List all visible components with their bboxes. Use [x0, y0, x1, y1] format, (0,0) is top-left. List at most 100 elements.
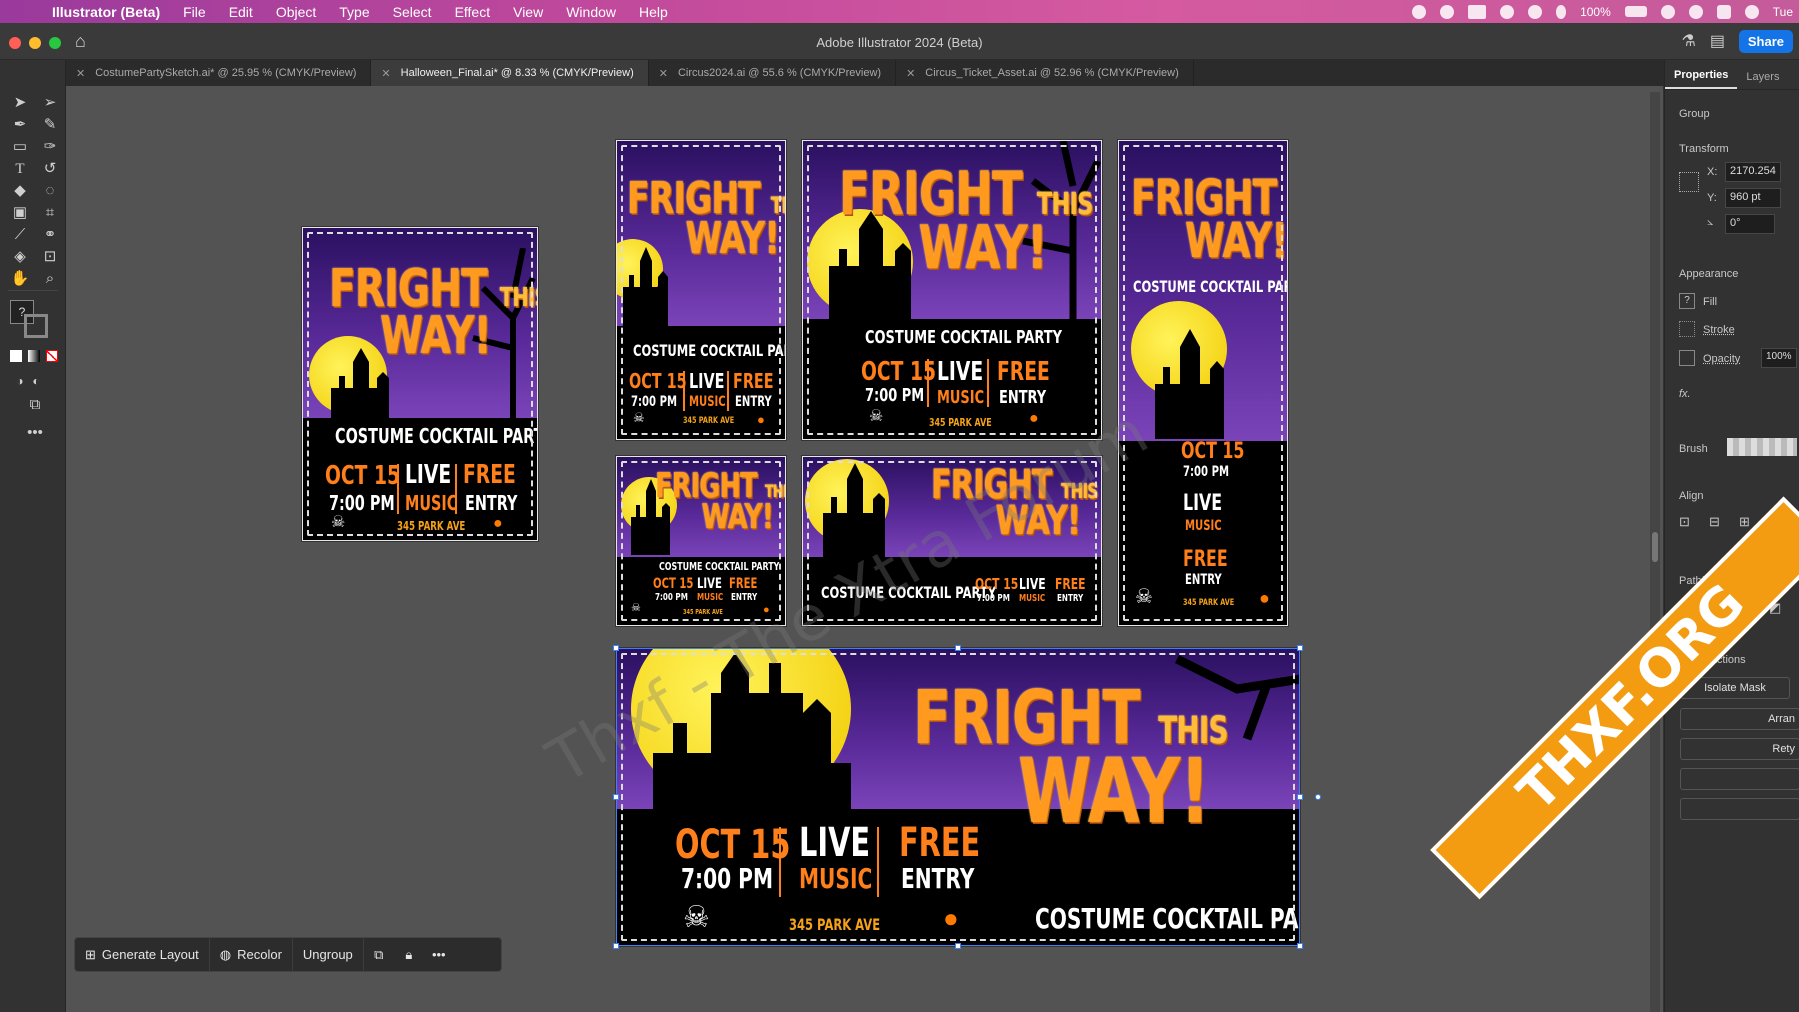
close-tab-icon[interactable]: ✕: [76, 67, 85, 80]
retype-button[interactable]: Rety: [1680, 738, 1799, 760]
menu-window[interactable]: Window: [566, 4, 616, 20]
display-icon[interactable]: [1468, 4, 1487, 19]
search-icon[interactable]: [1688, 4, 1703, 19]
recolor-button[interactable]: ◍ Recolor: [210, 937, 293, 972]
artboard-portrait-small[interactable]: FRIGHT THISWAY! COSTUME COCKTAIL PARTY O…: [616, 140, 786, 440]
artboard-square-small[interactable]: FRIGHT THISWAY! COSTUME COCKTAIL PARTY O…: [616, 456, 786, 626]
menu-edit[interactable]: Edit: [229, 4, 253, 20]
pen-tool-icon[interactable]: ✒: [10, 116, 30, 134]
tab-properties[interactable]: Properties: [1665, 69, 1738, 89]
rotate-angle-icon: ⦣: [1707, 216, 1714, 228]
hand-tool-icon[interactable]: ✋: [10, 270, 30, 288]
tab-costume-party-sketch[interactable]: ✕ CostumePartySketch.ai* @ 25.95 % (CMYK/…: [66, 60, 372, 86]
close-tab-icon[interactable]: ✕: [381, 67, 390, 80]
scrollbar-thumb[interactable]: [1652, 532, 1658, 562]
status-extra-icon[interactable]: [1528, 4, 1543, 19]
rotate-tool-icon[interactable]: ↺: [40, 160, 60, 178]
moon-icon[interactable]: [1556, 4, 1567, 19]
tab-halloween-final[interactable]: ✕ Halloween_Final.ai* @ 8.33 % (CMYK/Prev…: [371, 60, 649, 86]
artboard-tool-icon[interactable]: ⊡: [40, 248, 60, 266]
zoom-tool-icon[interactable]: ⌕: [40, 270, 60, 288]
poster-live: LIVE: [799, 820, 871, 866]
menu-select[interactable]: Select: [393, 4, 432, 20]
menu-object[interactable]: Object: [276, 4, 316, 20]
more-options-icon[interactable]: •••: [424, 947, 454, 962]
align-center-icon[interactable]: ⊞: [1739, 514, 1750, 530]
color-mode-icon[interactable]: [10, 350, 22, 362]
wifi-icon[interactable]: [1660, 4, 1675, 19]
pumpkin-icon: ●: [1259, 588, 1270, 608]
type-tool-icon[interactable]: T: [10, 160, 30, 178]
share-button[interactable]: Share: [1738, 30, 1793, 53]
eraser-tool-icon[interactable]: ◆: [10, 182, 30, 200]
draw-behind-icon[interactable]: ◐: [26, 372, 46, 390]
status-check-icon[interactable]: [1500, 4, 1515, 19]
opacity-label[interactable]: Opacity: [1703, 353, 1740, 365]
stroke-swatch-icon[interactable]: [1679, 321, 1695, 337]
artboard-square-medium[interactable]: FRIGHT THIS WAY! COSTUME COCKTAIL PARTY O…: [802, 140, 1102, 440]
menu-clock[interactable]: Tue: [1773, 5, 1793, 19]
paintbrush-tool-icon[interactable]: ✑: [40, 138, 60, 156]
edit-toolbar-icon[interactable]: •••: [25, 424, 45, 442]
duplicate-icon[interactable]: ⧉: [364, 947, 394, 963]
menu-file[interactable]: File: [183, 4, 206, 20]
close-tab-icon[interactable]: ✕: [906, 67, 915, 80]
comments-icon[interactable]: ▤: [1710, 31, 1725, 51]
poster-headline: FRIGHT THISWAY!: [1131, 174, 1287, 265]
rectangle-tool-icon[interactable]: ▭: [10, 138, 30, 156]
generate-layout-button[interactable]: ⊞ Generate Layout: [75, 937, 210, 972]
shape-builder-tool-icon[interactable]: ◈: [10, 248, 30, 266]
blend-tool-icon[interactable]: ⚭: [40, 226, 60, 244]
menu-type[interactable]: Type: [339, 4, 369, 20]
tab-circus-ticket-asset[interactable]: ✕ Circus_Ticket_Asset.ai @ 52.96 % (CMYK/…: [896, 60, 1194, 86]
gradient-mode-icon[interactable]: [28, 350, 40, 362]
screen-mode-icon[interactable]: ⧉: [25, 396, 45, 414]
poster-music: MUSIC: [1185, 518, 1222, 534]
mesh-tool-icon[interactable]: ⌗: [40, 204, 60, 222]
tab-circus-2024[interactable]: ✕ Circus2024.ai @ 55.6 % (CMYK/Preview): [649, 60, 897, 86]
status-globe-icon[interactable]: [1440, 4, 1455, 19]
menu-help[interactable]: Help: [639, 4, 668, 20]
y-field[interactable]: 960 pt: [1725, 188, 1781, 208]
beaker-icon[interactable]: ⚗: [1682, 31, 1696, 51]
lock-icon[interactable]: 🔒︎: [394, 947, 424, 963]
skull-icon: ☠: [633, 410, 645, 425]
battery-icon[interactable]: [1624, 6, 1647, 17]
siri-icon[interactable]: [1744, 4, 1759, 19]
rotate-angle-field[interactable]: 0°: [1725, 214, 1775, 234]
gradient-tool-icon[interactable]: ▣: [10, 204, 30, 222]
close-tab-icon[interactable]: ✕: [659, 67, 668, 80]
ungroup-button[interactable]: Ungroup: [293, 937, 364, 972]
vertical-scrollbar[interactable]: [1650, 92, 1660, 1012]
quick-action-button[interactable]: [1680, 798, 1799, 820]
fx-label[interactable]: fx.: [1679, 388, 1691, 400]
curvature-tool-icon[interactable]: ✎: [40, 116, 60, 134]
menu-view[interactable]: View: [513, 4, 543, 20]
menu-app-name[interactable]: Illustrator (Beta): [52, 4, 160, 20]
stroke-label[interactable]: Stroke: [1703, 324, 1735, 336]
status-sync-icon[interactable]: [1412, 4, 1427, 19]
menu-effect[interactable]: Effect: [455, 4, 491, 20]
direct-selection-tool-icon[interactable]: ➢: [40, 94, 60, 112]
eyedropper-tool-icon[interactable]: ⟋: [10, 226, 30, 244]
opacity-field[interactable]: 100%: [1761, 348, 1797, 368]
align-left-icon[interactable]: ⊟: [1709, 514, 1720, 530]
arrange-button[interactable]: Arran: [1680, 708, 1799, 730]
brush-preview[interactable]: [1727, 438, 1797, 456]
reference-point-icon[interactable]: [1679, 172, 1699, 192]
align-to-icon[interactable]: ⊡: [1679, 514, 1690, 530]
stroke-swatch[interactable]: [24, 314, 48, 338]
skull-icon: ☠: [1135, 586, 1153, 608]
divider-line: [455, 464, 457, 514]
none-mode-icon[interactable]: [46, 350, 58, 362]
fill-swatch-icon[interactable]: ?: [1679, 293, 1695, 309]
quick-action-button[interactable]: [1680, 768, 1799, 790]
poster-time: 7:00 PM: [865, 385, 925, 406]
lasso-tool-icon[interactable]: ◌: [40, 182, 60, 200]
artboard-portrait-tall[interactable]: FRIGHT THISWAY! COSTUME COCKTAIL PARTY O…: [1118, 140, 1288, 626]
x-field[interactable]: 2170.254: [1725, 162, 1781, 182]
selection-tool-icon[interactable]: ➤: [10, 94, 30, 112]
tab-layers[interactable]: Layers: [1737, 71, 1788, 89]
control-center-icon[interactable]: [1716, 4, 1731, 19]
artboard-portrait-standalone[interactable]: FRIGHT THISWAY! COSTUME COCKTAIL PARTY O…: [302, 227, 538, 541]
